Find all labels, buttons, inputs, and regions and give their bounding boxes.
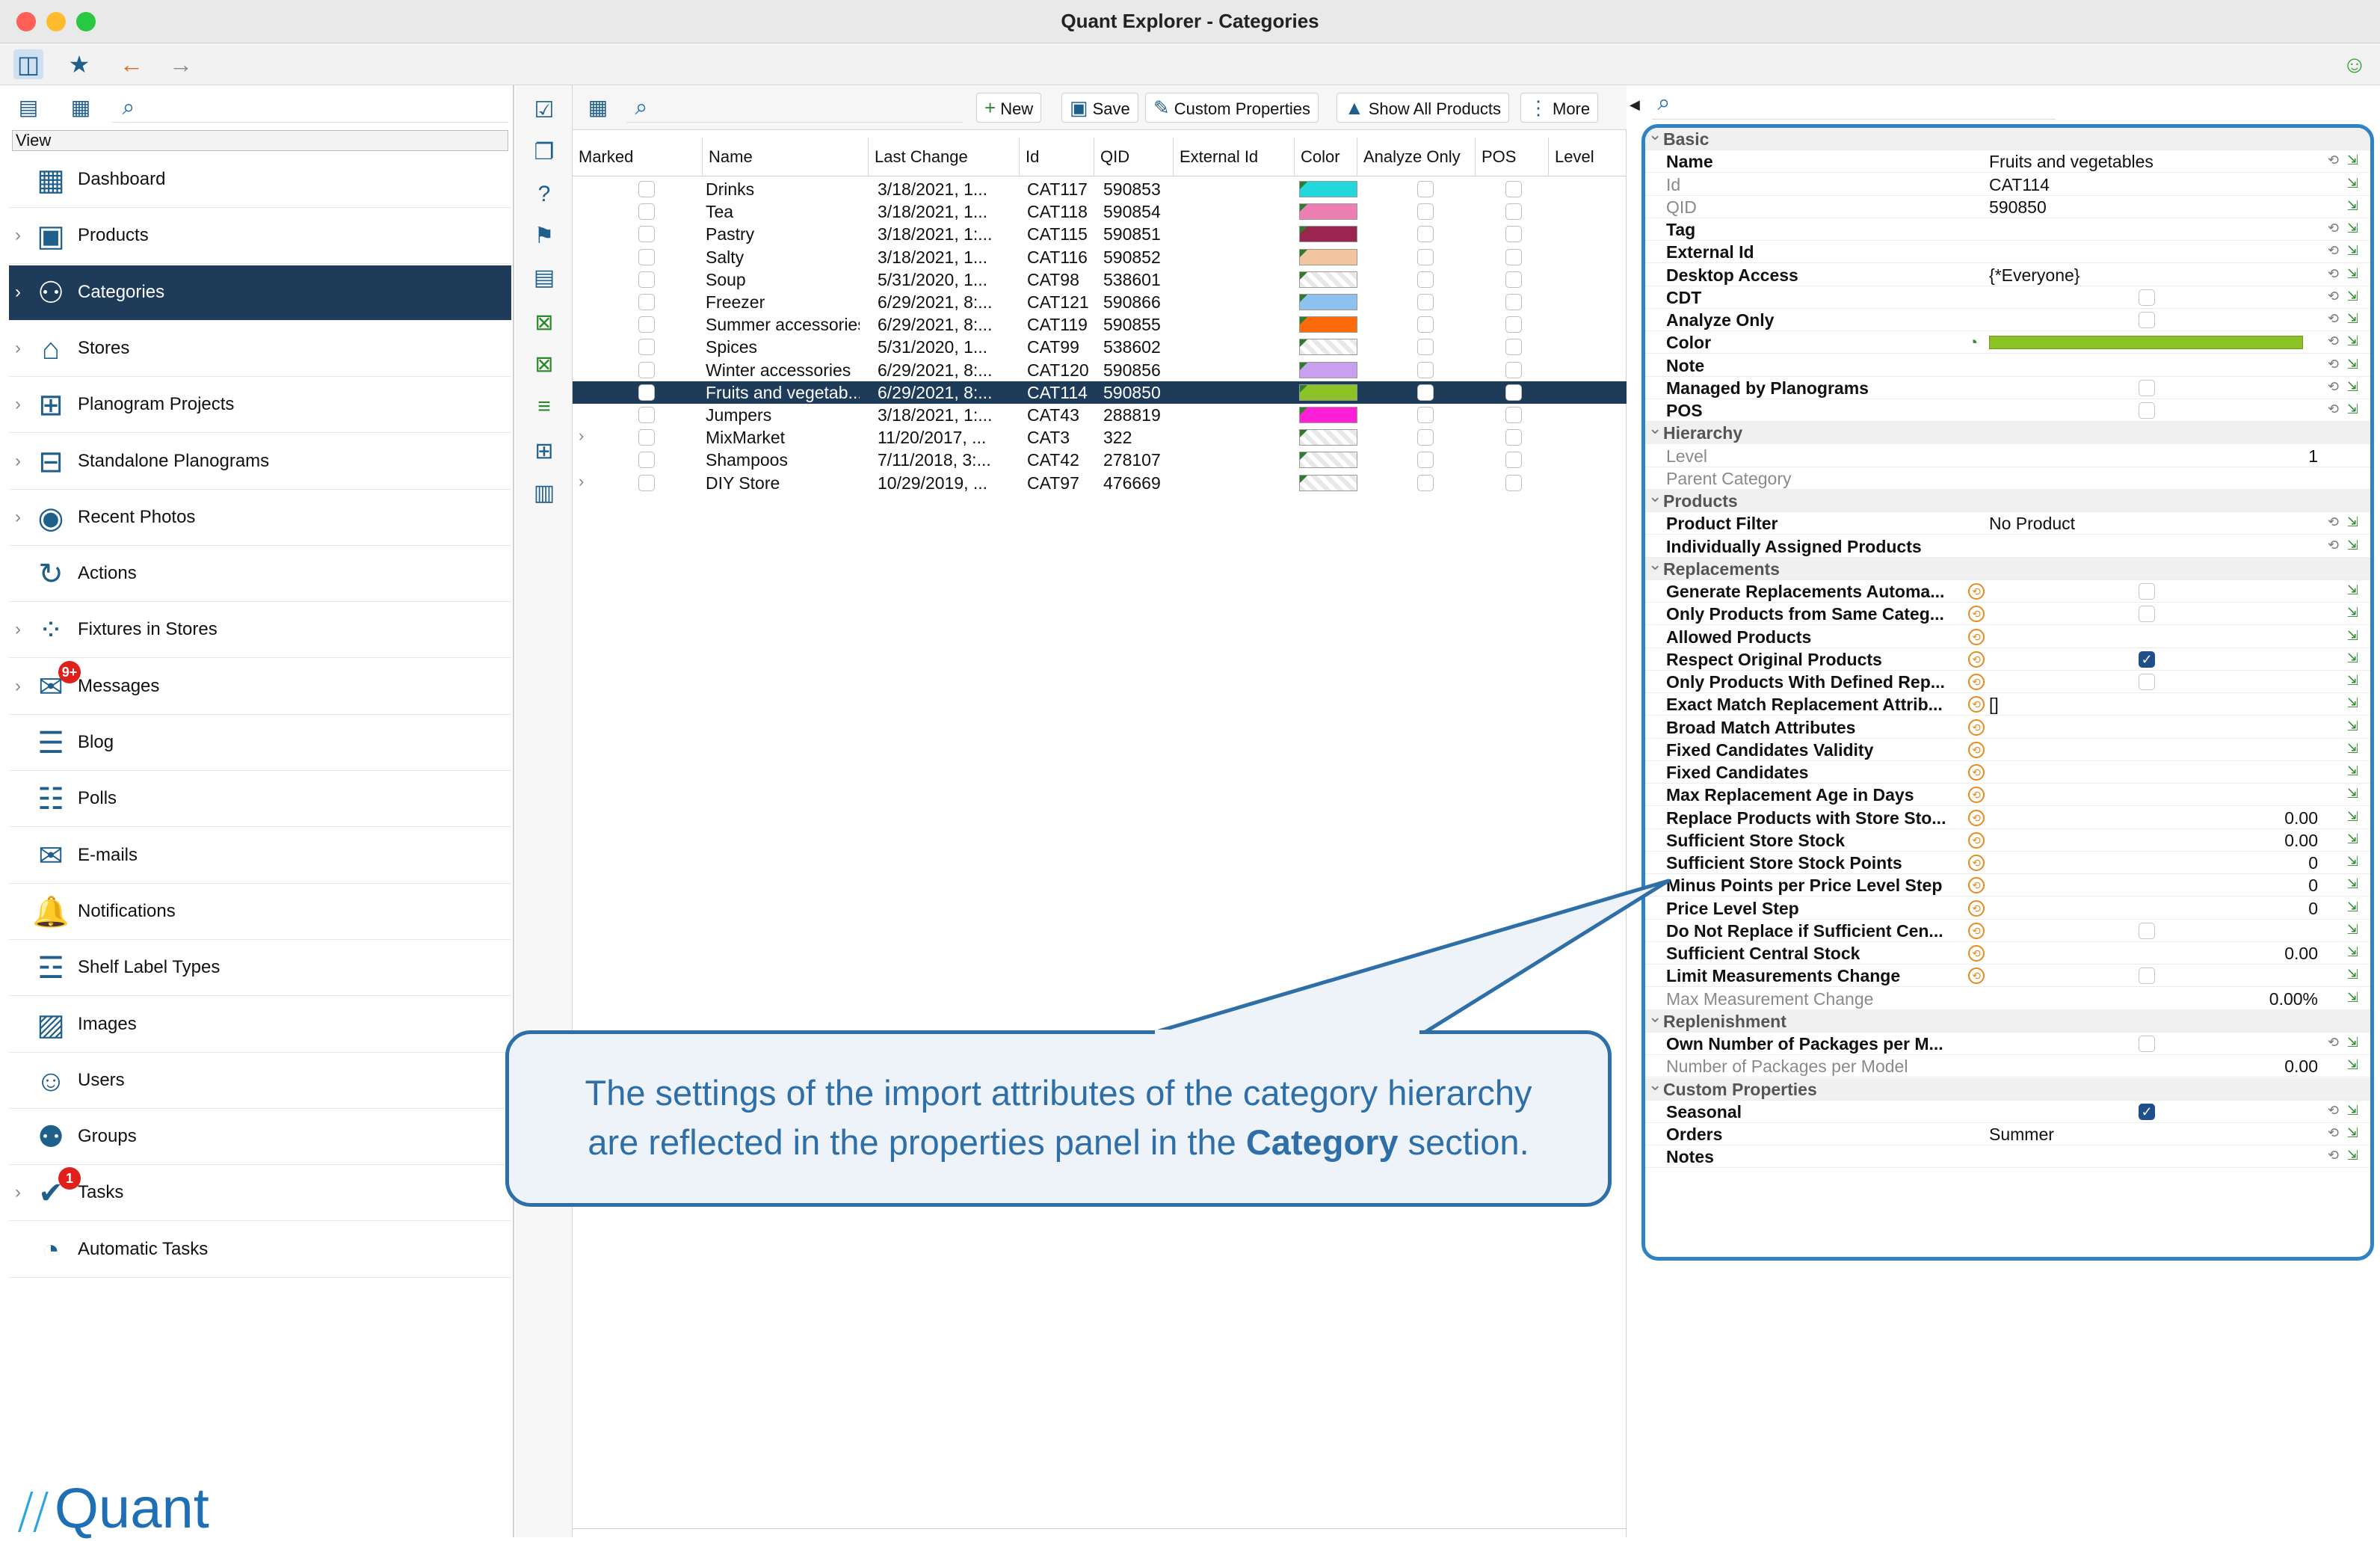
callout-text: The settings of the import attributes of… <box>509 1068 1608 1167</box>
callout-line-2: are reflected in the properties panel in… <box>588 1122 1529 1162</box>
callout-bold-word: Category <box>1245 1122 1399 1162</box>
callout-pointer-join <box>1155 1030 1419 1037</box>
callout-line-1: The settings of the import attributes of… <box>585 1073 1532 1113</box>
callout-box: The settings of the import attributes of… <box>505 1030 1612 1207</box>
callout-pointer <box>1149 879 1671 1036</box>
